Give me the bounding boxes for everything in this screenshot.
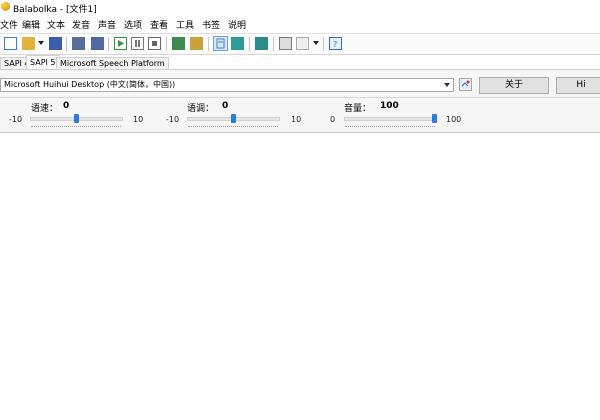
export-icon[interactable] <box>279 37 292 50</box>
menu-bookmarks[interactable]: 书签 <box>202 18 220 31</box>
toolbar: ? <box>0 33 600 55</box>
options-icon[interactable] <box>296 37 309 50</box>
voice-select[interactable]: Microsoft Huihui Desktop (中文(简体，中国)) <box>0 78 454 92</box>
volume-value: 100 <box>380 101 399 111</box>
rate-max: 10 <box>133 115 144 124</box>
pause-icon[interactable] <box>131 37 144 50</box>
menu-view[interactable]: 查看 <box>150 18 168 31</box>
hi-button[interactable]: Hi <box>556 77 600 94</box>
pitch-label: 语调： <box>187 104 215 114</box>
window-title: Balabolka - [文件1] <box>13 5 97 15</box>
panel-divider <box>0 97 600 98</box>
stop-icon[interactable] <box>148 37 161 50</box>
menu-options[interactable]: 选项 <box>124 18 142 31</box>
rate-value: 0 <box>63 101 70 111</box>
voice-panel: Microsoft Huihui Desktop (中文(简体，中国)) 关于 … <box>0 69 600 133</box>
volume-label: 音量： <box>344 104 372 114</box>
options-dropdown-icon[interactable] <box>313 41 319 45</box>
voice-select-value: Microsoft Huihui Desktop (中文(简体，中国)) <box>4 80 176 89</box>
title-bar: Balabolka - [文件1] <box>0 0 600 16</box>
toolbar-separator <box>208 37 209 51</box>
clipboard-icon[interactable] <box>190 37 203 50</box>
tab-sapi5[interactable]: SAPI 5 <box>26 55 60 69</box>
pitch-slider-ticks <box>188 126 278 128</box>
split-file-icon[interactable] <box>255 37 268 50</box>
menu-tools[interactable]: 工具 <box>176 18 194 31</box>
pitch-value: 0 <box>222 101 229 111</box>
volume-slider-ticks <box>345 126 435 128</box>
tab-microsoft-speech-platform[interactable]: Microsoft Speech Platform <box>56 57 169 69</box>
toolbar-separator <box>108 37 109 51</box>
svg-text:?: ? <box>333 40 337 49</box>
help-icon[interactable]: ? <box>329 37 342 50</box>
pitch-slider-thumb[interactable] <box>231 114 236 123</box>
toolbar-separator <box>166 37 167 51</box>
chevron-down-icon[interactable] <box>444 83 450 87</box>
menu-voice[interactable]: 声音 <box>98 18 116 31</box>
rate-min: -10 <box>9 115 23 124</box>
menu-edit[interactable]: 编辑 <box>22 18 40 31</box>
volume-max: 100 <box>446 115 462 124</box>
menu-bar: 文件 编辑 文本 发音 声音 选项 查看 工具 书签 说明 <box>0 17 600 31</box>
open-folder-icon[interactable] <box>22 37 35 50</box>
text-editor[interactable] <box>0 136 600 420</box>
toolbar-separator <box>66 37 67 51</box>
open-dropdown-icon[interactable] <box>38 41 44 45</box>
rate-label: 语速： <box>31 104 59 114</box>
rate-slider-ticks <box>31 126 121 128</box>
menu-pronounce[interactable]: 发音 <box>72 18 90 31</box>
rate-slider-thumb[interactable] <box>74 114 79 123</box>
new-document-icon[interactable] <box>4 37 17 50</box>
engine-tabs: SAPI 4 SAPI 5 Microsoft Speech Platform <box>0 55 600 69</box>
app-icon <box>1 2 10 11</box>
save-as-audio-icon[interactable] <box>72 37 85 50</box>
play-icon[interactable] <box>114 37 127 50</box>
about-button[interactable]: 关于 <box>479 77 549 94</box>
pitch-max: 10 <box>291 115 302 124</box>
read-clipboard-icon[interactable] <box>172 37 185 50</box>
toolbar-separator <box>273 37 274 51</box>
pitch-min: -10 <box>166 115 180 124</box>
volume-min: 0 <box>330 115 336 124</box>
audio-file-icon[interactable] <box>231 37 244 50</box>
menu-text[interactable]: 文本 <box>47 18 65 31</box>
menu-help[interactable]: 说明 <box>228 18 246 31</box>
volume-slider-thumb[interactable] <box>432 114 437 123</box>
toolbar-separator <box>323 37 324 51</box>
voice-settings-icon[interactable] <box>459 78 472 91</box>
menu-file[interactable]: 文件 <box>0 18 18 31</box>
convert-audio-icon[interactable] <box>91 37 104 50</box>
save-icon[interactable] <box>49 37 62 50</box>
toolbar-separator <box>249 37 250 51</box>
view-toggle-icon[interactable] <box>213 36 228 51</box>
volume-slider-track[interactable] <box>344 117 437 121</box>
